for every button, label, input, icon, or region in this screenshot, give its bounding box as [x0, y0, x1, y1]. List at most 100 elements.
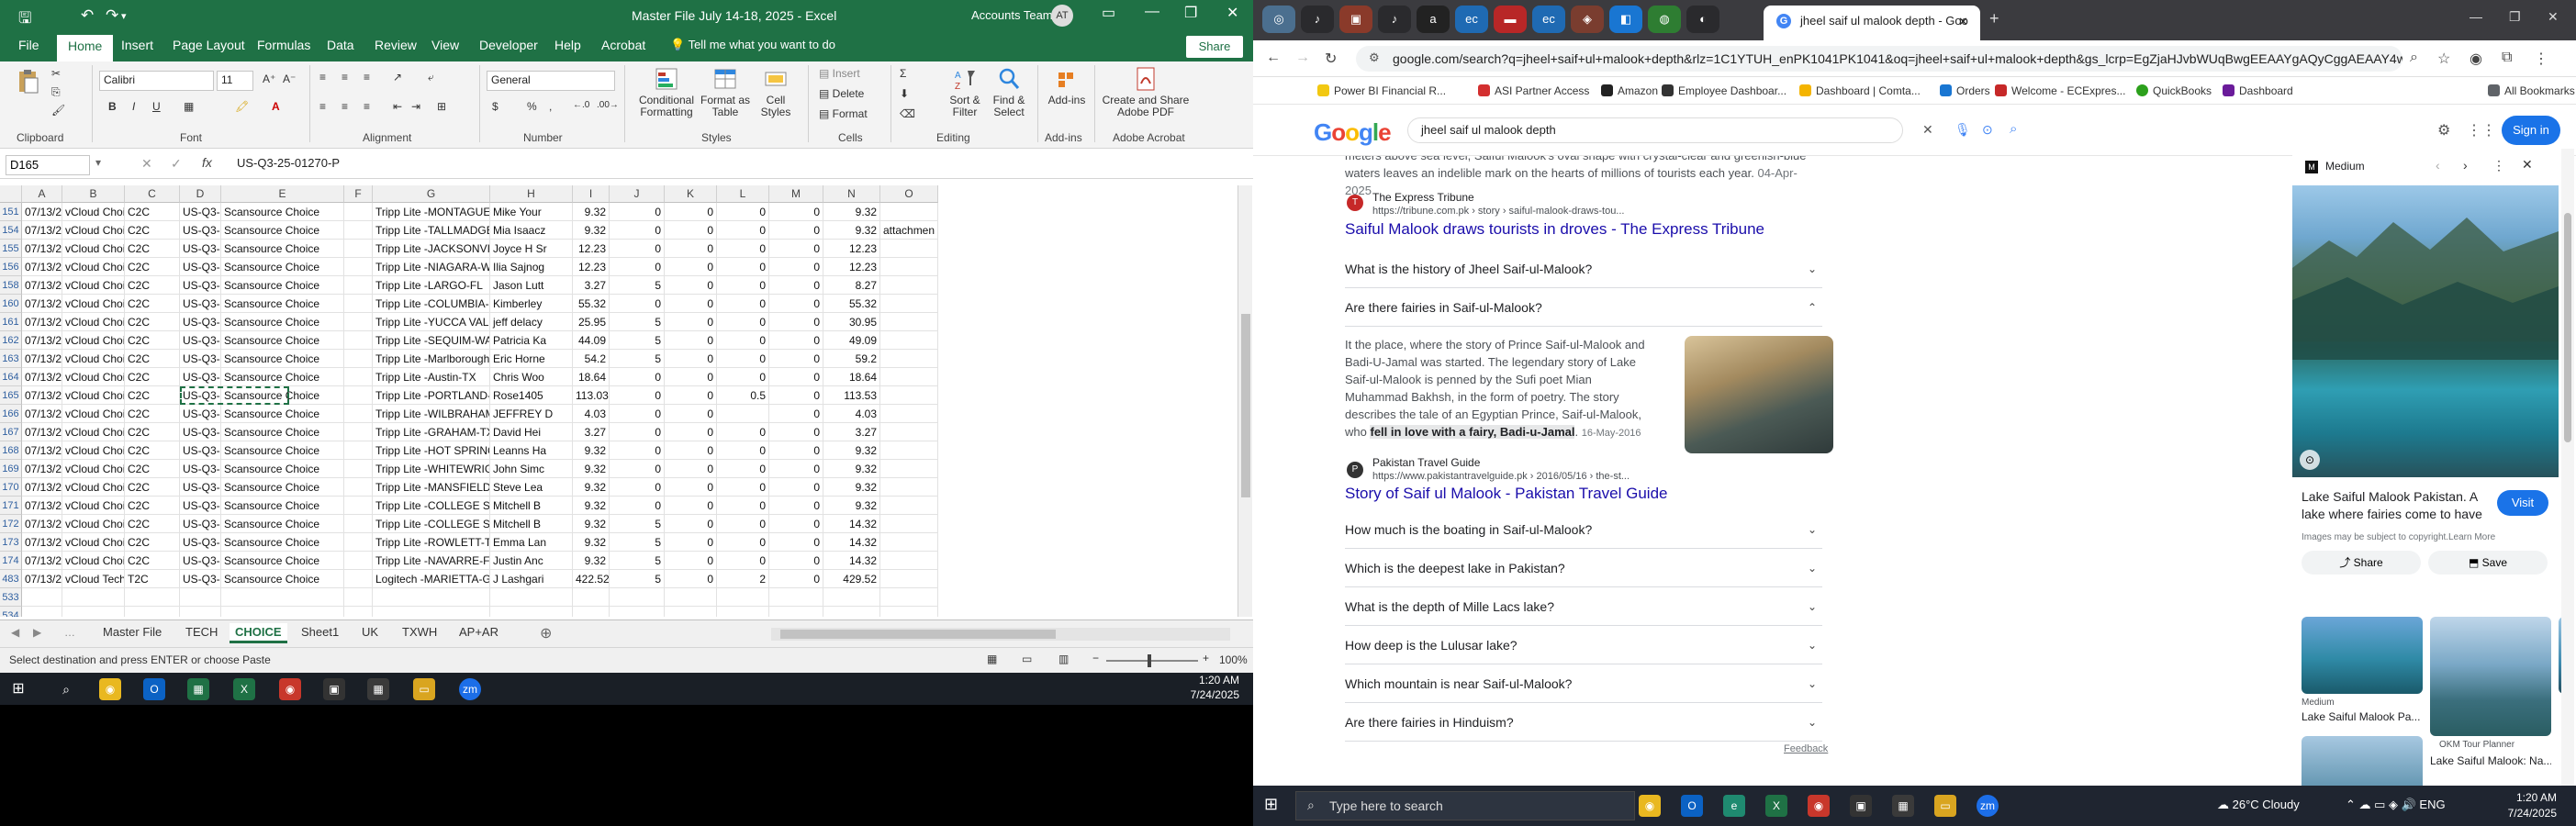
cell[interactable]: 0.5 — [717, 386, 769, 405]
row-header[interactable]: 171 — [0, 497, 22, 515]
cell[interactable]: Scansource Choice — [221, 313, 344, 331]
cell[interactable]: Tripp Lite -COLUMBIA-MD — [373, 295, 490, 313]
cell[interactable]: 07/13/2025 — [22, 497, 62, 515]
cell[interactable]: Tripp Lite -COLLEGE STATION-TX — [373, 515, 490, 533]
chrome-profile-taskbar-icon[interactable]: ◉ — [279, 678, 301, 700]
cell[interactable]: 07/13/2025 — [22, 460, 62, 478]
cell[interactable]: 3.27 — [823, 423, 880, 441]
cell[interactable] — [717, 588, 769, 607]
cell[interactable]: 0 — [665, 276, 717, 295]
cell[interactable] — [490, 588, 573, 607]
indent-increase-icon[interactable]: ⇥ — [411, 100, 420, 113]
cell[interactable]: Scansource Choice — [221, 423, 344, 441]
shrink-font-icon[interactable]: A⁻ — [283, 73, 296, 85]
column-header-b[interactable]: B — [62, 185, 125, 203]
cell[interactable]: US-Q3-25-01263-P — [180, 276, 221, 295]
merge-center-icon[interactable]: ⊞ — [437, 100, 446, 113]
cell[interactable]: 07/13/2025 — [22, 258, 62, 276]
panel-close-icon[interactable]: ✕ — [2522, 157, 2533, 173]
format-painter-icon[interactable]: 🖌 — [51, 104, 65, 117]
formula-input[interactable]: US-Q3-25-01270-P — [237, 156, 340, 170]
cell[interactable]: Scansource Choice — [221, 533, 344, 552]
related-title-1[interactable]: Lake Saiful Malook Pa... — [2302, 710, 2423, 723]
cell[interactable] — [880, 295, 938, 313]
terminal-taskbar-icon-2[interactable]: ▣ — [1850, 795, 1872, 817]
cell[interactable] — [880, 276, 938, 295]
cell[interactable] — [344, 350, 373, 368]
cell[interactable] — [344, 588, 373, 607]
cell[interactable] — [180, 607, 221, 617]
cell-styles-button[interactable]: Cell Styles — [753, 65, 799, 118]
cell[interactable]: US-Q3-25-01270-P — [180, 386, 221, 405]
cell[interactable]: vCloud Choice — [62, 331, 125, 350]
cell[interactable]: 07/13/2025 — [22, 570, 62, 588]
cell[interactable]: 59.2 — [823, 350, 880, 368]
related-source-1[interactable]: Medium — [2302, 698, 2423, 708]
tab-favicon-2[interactable]: ♪ — [1301, 6, 1334, 33]
cell[interactable] — [22, 588, 62, 607]
cell[interactable]: US-Q3-25-AZ01035-P — [180, 570, 221, 588]
cell[interactable]: Justin Anc — [490, 552, 573, 570]
fill-color-icon[interactable]: 🖍 — [235, 100, 249, 113]
cell[interactable]: Tripp Lite -COLLEGE STATION-TX — [373, 497, 490, 515]
cell[interactable]: C2C — [125, 515, 180, 533]
cell[interactable] — [880, 386, 938, 405]
file-explorer-taskbar-icon-2[interactable]: ▭ — [1934, 795, 1956, 817]
row-header[interactable]: 165 — [0, 386, 22, 405]
sheet-tab-txwh[interactable]: TXWH — [397, 623, 442, 643]
page-layout-view-icon[interactable]: ▭ — [1022, 653, 1032, 665]
cell[interactable]: 0 — [769, 460, 823, 478]
cell[interactable] — [665, 588, 717, 607]
cell[interactable]: 113.03 — [573, 386, 610, 405]
site-info-icon[interactable]: ⚙ — [1369, 50, 1380, 65]
forward-icon[interactable]: → — [1295, 50, 1310, 66]
cell[interactable]: Tripp Lite -NAVARRE-FL — [373, 552, 490, 570]
cell[interactable] — [22, 607, 62, 617]
cell[interactable]: US-Q3-25-01271-P — [180, 405, 221, 423]
cell[interactable]: Scansource Choice — [221, 331, 344, 350]
cell[interactable]: US-Q3-25-01262-P — [180, 258, 221, 276]
cell[interactable]: US-Q3-25-01272-P — [180, 423, 221, 441]
cell[interactable]: 0 — [769, 570, 823, 588]
cell[interactable]: 0 — [769, 350, 823, 368]
bookmark-asi[interactable]: ASI Partner Access — [1478, 84, 1589, 97]
delete-cells-button[interactable]: ▤ Delete — [819, 87, 864, 100]
cell[interactable]: vCloud Choice — [62, 221, 125, 240]
cell[interactable]: Scansource Choice — [221, 405, 344, 423]
cell[interactable]: 07/13/2025 — [22, 350, 62, 368]
reload-icon[interactable]: ↻ — [1325, 50, 1337, 68]
zoom-lens-icon[interactable]: ⌕ — [2410, 50, 2418, 66]
cell[interactable]: 0 — [769, 497, 823, 515]
cell[interactable]: Chris Woo — [490, 368, 573, 386]
increase-decimal-icon[interactable]: ←.0 — [573, 100, 589, 110]
google-search-input[interactable]: jheel saif ul malook depth ✕ 🎙 ⊙ ⌕ — [1407, 117, 2017, 143]
cell[interactable]: vCloud Tech — [62, 570, 125, 588]
amazon-tab-icon[interactable]: a — [1417, 6, 1450, 33]
add-ins-button[interactable]: Add-ins — [1045, 65, 1089, 106]
vertical-scrollbar[interactable] — [1238, 185, 1252, 617]
cell[interactable]: 0 — [717, 515, 769, 533]
tab-favicon-11[interactable]: ◍ — [1648, 6, 1681, 33]
cell[interactable] — [880, 441, 938, 460]
paa-question-7[interactable]: Which mountain is near Saif-ul-Malook? ⌄ — [1345, 664, 1822, 703]
cell[interactable] — [344, 460, 373, 478]
cell[interactable]: US-Q3-25-01274-P — [180, 460, 221, 478]
cell[interactable]: 0 — [717, 533, 769, 552]
cell[interactable]: 0 — [717, 295, 769, 313]
row-header[interactable]: 161 — [0, 313, 22, 331]
cell[interactable]: 9.32 — [573, 221, 610, 240]
cell[interactable]: 07/13/2025 — [22, 441, 62, 460]
maximize-icon[interactable]: ❐ — [1184, 4, 1197, 22]
cell[interactable]: 0 — [769, 295, 823, 313]
cell[interactable]: 14.32 — [823, 552, 880, 570]
related-source-2[interactable]: OKM Tour Planner — [2439, 740, 2551, 750]
tab-favicon-6[interactable]: ec — [1455, 6, 1488, 33]
row-header[interactable]: 533 — [0, 588, 22, 607]
cell[interactable] — [221, 607, 344, 617]
cell[interactable] — [344, 552, 373, 570]
cell[interactable]: 12.23 — [573, 240, 610, 258]
cell[interactable]: 0 — [665, 533, 717, 552]
row-header[interactable]: 151 — [0, 203, 22, 221]
cell[interactable]: vCloud Choice — [62, 515, 125, 533]
store-taskbar-icon[interactable]: ▦ — [187, 678, 209, 700]
